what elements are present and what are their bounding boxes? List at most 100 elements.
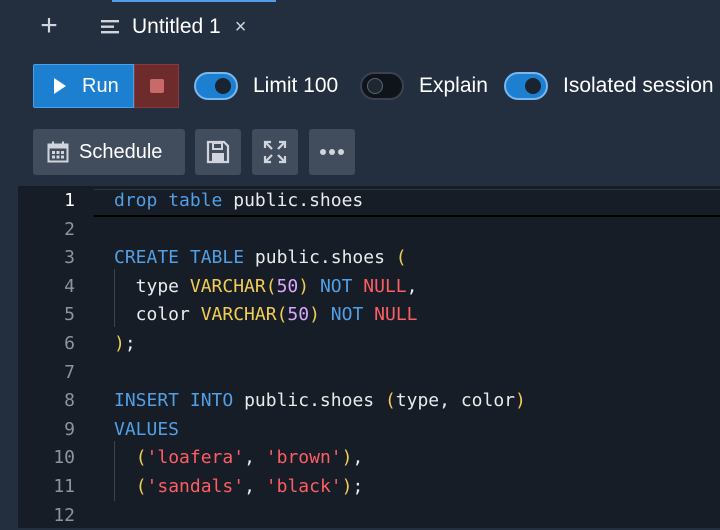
code-line: 12	[18, 502, 720, 530]
more-options-button[interactable]	[309, 129, 355, 175]
run-button-group: Run	[33, 64, 179, 108]
code-token: public.shoes	[222, 190, 364, 211]
code-line: 9 VALUES	[18, 416, 720, 444]
code-token: 'black'	[265, 476, 342, 497]
code-token: type	[114, 275, 190, 297]
code-token: )	[341, 476, 353, 497]
code-token: VALUES	[114, 418, 180, 440]
line-number: 10	[53, 447, 75, 469]
code-token: ,	[406, 275, 418, 297]
code-token: NULL	[374, 304, 418, 326]
code-line: 4 type VARCHAR(50) NOT NULL,	[18, 273, 720, 301]
code-token: VARCHAR	[189, 275, 266, 297]
code-text: INSERT INTO public.shoes (type, color)	[114, 387, 526, 415]
code-text: color VARCHAR(50) NOT NULL	[114, 301, 418, 329]
line-number: 1	[64, 190, 75, 211]
code-token: )	[515, 390, 526, 412]
code-text: ('loafera', 'brown'),	[114, 444, 364, 472]
code-text: VALUES	[114, 416, 179, 444]
run-label: Run	[82, 74, 119, 97]
code-text: );	[114, 330, 136, 358]
save-icon	[206, 140, 230, 164]
toggle-knob	[525, 78, 541, 94]
explain-toggle[interactable]	[360, 72, 404, 100]
explain-label: Explain	[419, 74, 488, 97]
code-token: )	[341, 447, 353, 469]
code-token: CREATE	[114, 247, 180, 269]
code-token: 'loafera'	[146, 447, 245, 469]
ellipsis-icon	[320, 149, 344, 155]
line-number: 5	[64, 304, 75, 326]
document-lines-icon	[101, 20, 119, 34]
code-token: INTO	[189, 390, 234, 412]
schedule-button[interactable]: Schedule	[33, 129, 185, 175]
code-token: NOT	[330, 304, 364, 326]
code-line: 10 ('loafera', 'brown'),	[18, 444, 720, 472]
code-text: ('sandals', 'black');	[114, 473, 364, 501]
code-token: table	[168, 190, 223, 211]
isolated-session-toggle[interactable]	[504, 72, 548, 100]
code-token: (	[395, 247, 407, 269]
code-token: )	[309, 304, 320, 326]
code-token: (	[135, 447, 147, 469]
code-token: 50	[287, 304, 310, 326]
calendar-icon	[47, 141, 69, 163]
stop-button[interactable]	[134, 64, 179, 108]
code-token: public.shoes	[233, 390, 385, 412]
code-token: drop	[114, 190, 158, 211]
schedule-label: Schedule	[79, 140, 163, 163]
code-token: )	[114, 333, 125, 354]
code-line: 2	[18, 216, 720, 244]
code-token: ,	[244, 447, 266, 469]
close-icon[interactable]: ×	[235, 17, 247, 37]
sql-editor[interactable]: 1 drop table public.shoes 2 3 CREATE TABLE p…	[18, 186, 720, 528]
new-tab-button[interactable]: +	[36, 9, 62, 42]
code-token: INSERT	[114, 390, 180, 412]
code-line: 7	[18, 359, 720, 387]
isolated-session-label: Isolated session	[563, 74, 714, 97]
limit-100-label: Limit 100	[253, 74, 339, 97]
line-number: 9	[64, 418, 75, 440]
code-token: ;	[124, 333, 136, 354]
code-line: 1 drop table public.shoes	[18, 187, 720, 215]
code-token: (	[135, 476, 147, 497]
line-number: 4	[64, 275, 75, 297]
code-text: type VARCHAR(50) NOT NULL,	[114, 273, 418, 301]
stop-icon	[149, 79, 164, 93]
code-text: CREATE TABLE public.shoes (	[114, 244, 407, 272]
code-line: 11 ('sandals', 'black');	[18, 473, 720, 501]
tab-title: Untitled 1	[132, 15, 221, 38]
code-token: TABLE	[189, 247, 245, 269]
code-token: 'brown'	[265, 447, 342, 469]
code-token: ;	[352, 476, 364, 497]
run-button[interactable]: Run	[33, 64, 134, 108]
code-line: 3 CREATE TABLE public.shoes (	[18, 244, 720, 272]
line-number: 8	[64, 390, 75, 412]
code-token: VARCHAR	[200, 304, 277, 326]
limit-100-toggle[interactable]	[194, 72, 238, 100]
code-token: (	[276, 304, 288, 326]
code-token: public.shoes	[244, 247, 396, 269]
toggle-knob	[367, 78, 383, 94]
code-token: NULL	[363, 275, 407, 297]
code-token: ,	[244, 476, 266, 497]
code-text: drop table public.shoes	[114, 187, 363, 215]
line-number: 11	[53, 476, 75, 497]
tab-untitled-1[interactable]: Untitled 1 ×	[100, 10, 246, 44]
fullscreen-button[interactable]	[252, 129, 298, 175]
code-line: 8 INSERT INTO public.shoes (type, color)	[18, 387, 720, 415]
tab-bar: + Untitled 1 ×	[0, 0, 720, 56]
plus-icon: +	[40, 9, 58, 42]
code-token: ,	[352, 447, 364, 469]
code-token: 50	[276, 275, 299, 297]
save-button[interactable]	[195, 129, 241, 175]
